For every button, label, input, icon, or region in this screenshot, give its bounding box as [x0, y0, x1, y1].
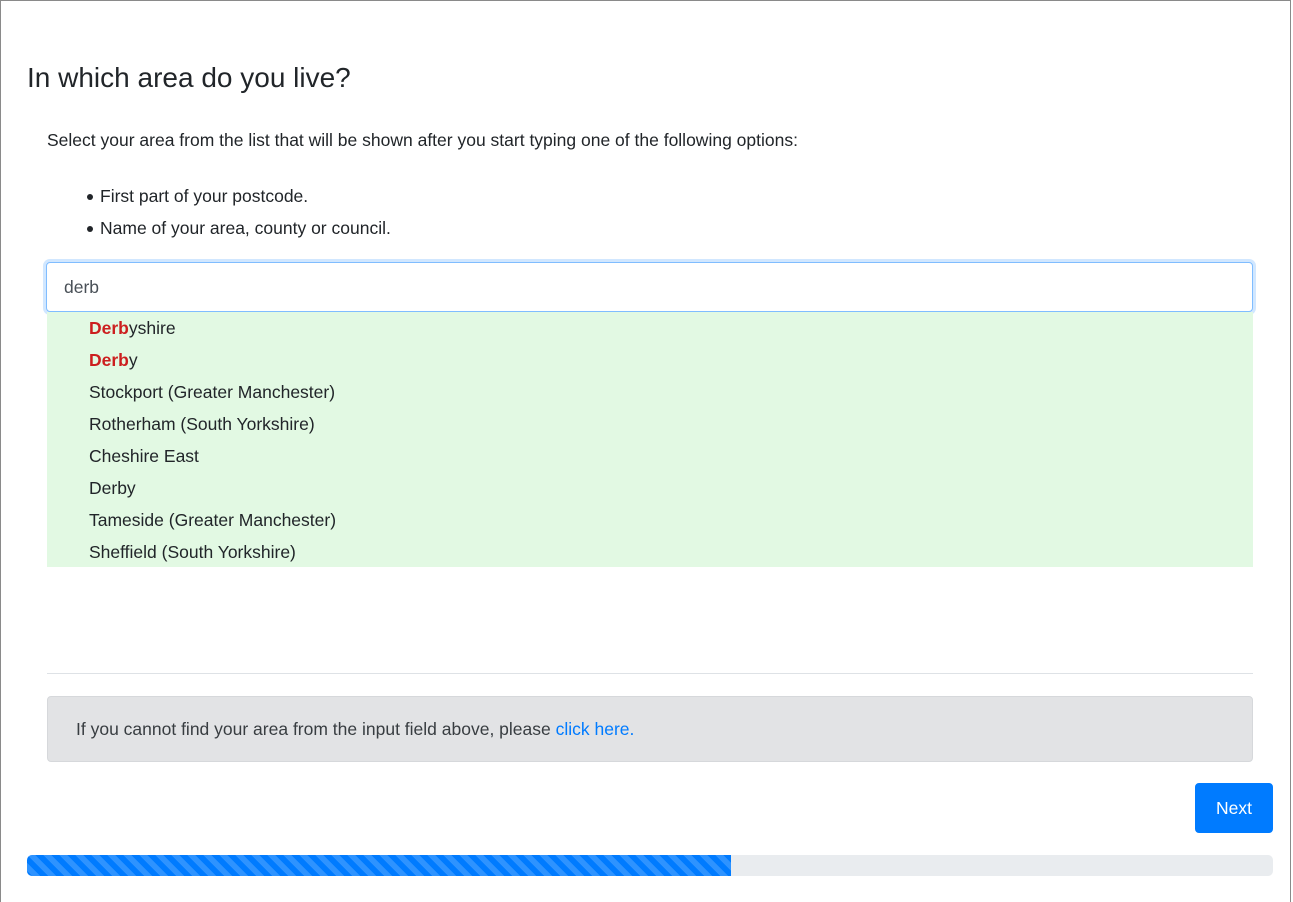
next-button[interactable]: Next: [1195, 783, 1273, 833]
suggestion-label: Sheffield (South Yorkshire): [89, 542, 296, 562]
option-item-postcode: First part of your postcode.: [75, 180, 391, 212]
page-title: In which area do you live?: [27, 62, 351, 93]
suggestion-item[interactable]: Rotherham (South Yorkshire): [47, 408, 1253, 440]
area-search-input[interactable]: [46, 262, 1253, 312]
option-item-area-name: Name of your area, county or council.: [75, 212, 391, 244]
suggestion-item[interactable]: Derby: [47, 344, 1253, 376]
click-here-link[interactable]: click here.: [556, 719, 635, 739]
suggestion-label: yshire: [128, 318, 176, 338]
suggestion-label: y: [128, 350, 138, 370]
suggestion-label: Derby: [89, 478, 136, 498]
suggestion-label: Tameside (Greater Manchester): [89, 510, 337, 530]
suggestion-label: Cheshire East: [89, 446, 199, 466]
suggestion-label: Rotherham (South Yorkshire): [89, 414, 315, 434]
suggestions-list: Derbyshire Derby Stockport (Greater Manc…: [47, 312, 1253, 567]
suggestion-label: Stockport (Greater Manchester): [89, 382, 336, 402]
suggestion-item[interactable]: Derby: [47, 472, 1253, 504]
options-list: First part of your postcode. Name of you…: [75, 180, 391, 244]
help-notice: If you cannot find your area from the in…: [47, 696, 1253, 762]
suggestion-item[interactable]: Cheshire East: [47, 440, 1253, 472]
section-divider: [47, 673, 1253, 674]
intro-text: Select your area from the list that will…: [47, 130, 798, 150]
help-notice-text: If you cannot find your area from the in…: [76, 719, 556, 739]
suggestion-item[interactable]: Tameside (Greater Manchester): [47, 504, 1253, 536]
progress-bar-fill: [27, 855, 731, 876]
suggestion-item[interactable]: Stockport (Greater Manchester): [47, 376, 1253, 408]
suggestion-item[interactable]: Derbyshire: [47, 312, 1253, 344]
suggestion-match: Derb: [89, 350, 129, 370]
suggestion-match: Derb: [89, 318, 129, 338]
progress-bar: [27, 855, 1273, 876]
suggestion-item[interactable]: Sheffield (South Yorkshire): [47, 536, 1253, 568]
